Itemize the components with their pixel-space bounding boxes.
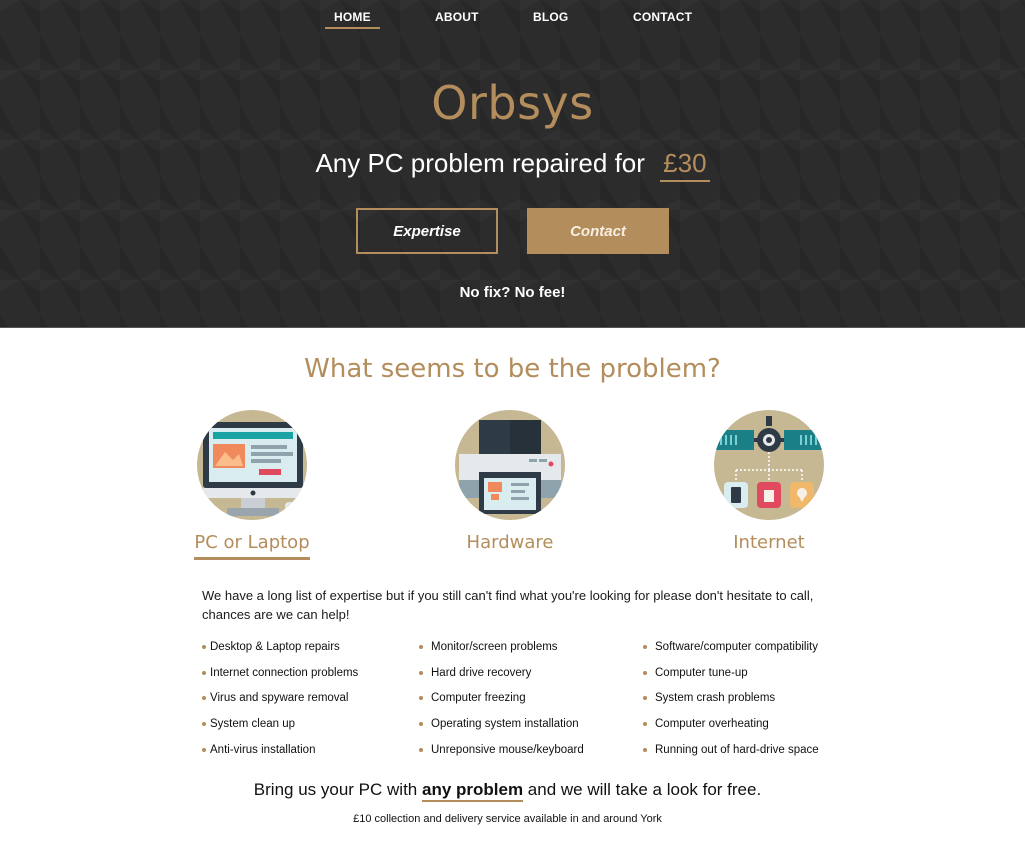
list-item: Hard drive recovery xyxy=(419,664,639,690)
section-title: What seems to be the problem? xyxy=(304,354,721,384)
list-item: Virus and spyware removal xyxy=(202,689,412,715)
hero-tagline: Any PC problem repaired for £30 xyxy=(0,148,1025,182)
nav-home[interactable]: HOME xyxy=(325,10,380,29)
list-item: Computer overheating xyxy=(643,715,843,741)
delivery-note: £10 collection and delivery service avai… xyxy=(353,813,662,825)
printer-icon xyxy=(455,410,565,520)
expertise-list-2: Monitor/screen problems Hard drive recov… xyxy=(419,638,639,766)
list-item: System clean up xyxy=(202,715,412,741)
nav-about[interactable]: ABOUT xyxy=(435,10,479,28)
bring-text-start: Bring us your PC with xyxy=(253,780,422,799)
list-item: Monitor/screen problems xyxy=(419,638,639,664)
nav-blog[interactable]: BLOG xyxy=(533,10,568,28)
nav-contact[interactable]: CONTACT xyxy=(633,10,692,28)
feature-label-internet: Internet xyxy=(733,532,805,553)
price-highlight: £30 xyxy=(660,148,710,182)
list-item: Operating system installation xyxy=(419,715,639,741)
list-item: Computer freezing xyxy=(419,689,639,715)
expertise-list-3: Software/computer compatibility Computer… xyxy=(643,638,843,766)
list-item: Desktop & Laptop repairs xyxy=(202,638,412,664)
list-item: Running out of hard-drive space xyxy=(643,741,843,767)
list-item: System crash problems xyxy=(643,689,843,715)
hero-section: HOME ABOUT BLOG CONTACT Orbsys Any PC pr… xyxy=(0,0,1025,328)
expertise-button[interactable]: Expertise xyxy=(356,208,498,254)
satellite-network-icon xyxy=(714,410,824,520)
list-item: Software/computer compatibility xyxy=(643,638,843,664)
expertise-list-1: Desktop & Laptop repairs Internet connec… xyxy=(202,638,412,766)
list-item: Computer tune-up xyxy=(643,664,843,690)
bring-text-end: and we will take a look for free. xyxy=(523,780,762,799)
list-item: Internet connection problems xyxy=(202,664,412,690)
any-problem-highlight: any problem xyxy=(421,780,524,802)
feature-label-hardware: Hardware xyxy=(466,532,554,553)
intro-paragraph: We have a long list of expertise but if … xyxy=(202,588,814,622)
feature-pc-laptop[interactable]: PC or Laptop xyxy=(182,410,322,560)
desktop-monitor-icon xyxy=(197,410,307,520)
feature-internet[interactable]: Internet xyxy=(699,410,839,557)
contact-button[interactable]: Contact xyxy=(527,208,669,254)
no-fix-no-fee: No fix? No fee! xyxy=(459,284,566,301)
list-item: Unreponsive mouse/keyboard xyxy=(419,741,639,767)
list-item: Anti-virus installation xyxy=(202,741,412,767)
feature-label-pc-laptop: PC or Laptop xyxy=(194,532,310,560)
main-nav: HOME ABOUT BLOG CONTACT xyxy=(0,10,1025,30)
feature-hardware[interactable]: Hardware xyxy=(440,410,580,557)
brand-logo-text: Orbsys xyxy=(431,76,594,130)
free-look-callout: Bring us your PC with any problem and we… xyxy=(0,780,1015,802)
tagline-text: Any PC problem repaired for xyxy=(315,148,645,178)
